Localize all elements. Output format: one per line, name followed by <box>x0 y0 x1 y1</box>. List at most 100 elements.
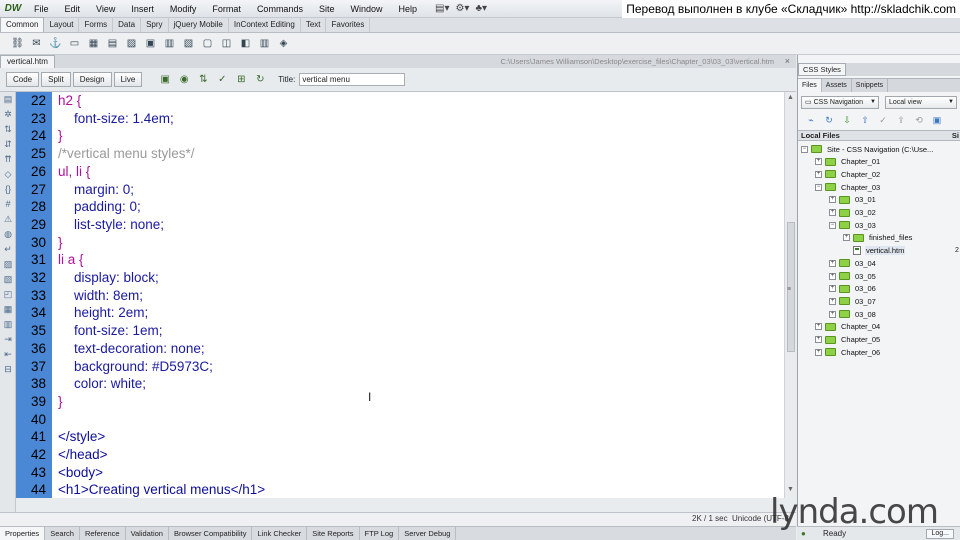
size-column-header[interactable]: Si <box>952 131 959 141</box>
expand-icon[interactable]: + <box>815 336 822 343</box>
expand-icon[interactable]: + <box>829 297 836 305</box>
collapse-icon[interactable]: − <box>829 221 836 229</box>
close-icon[interactable]: × <box>785 55 790 68</box>
script-icon[interactable]: ◧ <box>238 37 253 51</box>
code-editor[interactable]: I h2 {font-size: 1.4em;} /*vertical menu … <box>52 92 784 498</box>
expand-icon[interactable]: + <box>815 158 822 166</box>
code-line[interactable]: } <box>58 235 63 250</box>
bottom-tab-server-debug[interactable]: Server Debug <box>399 527 457 540</box>
preview-browser-icon[interactable]: ◉ <box>176 72 192 87</box>
word-wrap-icon[interactable]: ↵ <box>0 242 16 257</box>
visual-aids-icon[interactable]: ⊞ <box>233 72 249 87</box>
table-icon[interactable]: ▦ <box>86 37 101 51</box>
indent-icon[interactable]: ⇥ <box>0 332 16 347</box>
collapse-icon[interactable]: − <box>815 183 822 191</box>
files-tab-snippets[interactable]: Snippets <box>852 79 889 92</box>
expand-all-icon[interactable]: ⇈ <box>0 152 16 167</box>
wrap-tag-icon[interactable]: ◰ <box>0 287 16 302</box>
code-line[interactable]: <body> <box>58 465 103 480</box>
tree-folder-item[interactable]: + Chapter_06 <box>815 346 881 358</box>
comment-icon[interactable]: ▢ <box>200 37 215 51</box>
head-icon[interactable]: ◫ <box>219 37 234 51</box>
document-tab[interactable]: vertical.htm <box>0 55 55 68</box>
files-tab-files[interactable]: Files <box>798 79 822 92</box>
tree-folder-item[interactable]: − Chapter_03 <box>815 181 881 193</box>
menu-window[interactable]: Window <box>342 0 390 18</box>
tree-folder-item[interactable]: + finished_files <box>843 232 913 244</box>
expand-icon[interactable]: + <box>829 272 836 280</box>
check-out-icon[interactable]: ✓ <box>876 114 890 127</box>
menu-view[interactable]: View <box>88 0 123 18</box>
insert-tab-incontext-editing[interactable]: InContext Editing <box>229 18 301 32</box>
menu-commands[interactable]: Commands <box>249 0 311 18</box>
open-documents-icon[interactable]: ▤ <box>0 92 16 107</box>
bottom-tab-browser-compatibility[interactable]: Browser Compatibility <box>169 527 253 540</box>
insert-tab-text[interactable]: Text <box>301 18 327 32</box>
tree-folder-item[interactable]: +03_08 <box>829 308 877 320</box>
menu-site[interactable]: Site <box>311 0 343 18</box>
get-files-icon[interactable]: ⇩ <box>840 114 854 127</box>
expand-icon[interactable]: + <box>829 209 836 216</box>
title-input[interactable] <box>299 73 406 86</box>
code-line[interactable]: font-size: 1.4em; <box>74 111 174 126</box>
collapse-selection-icon[interactable]: ⇵ <box>0 137 16 152</box>
expand-icon[interactable]: + <box>843 234 850 242</box>
connect-icon[interactable]: ⌁ <box>804 114 818 127</box>
bottom-tab-search[interactable]: Search <box>45 527 80 540</box>
code-line[interactable]: </head> <box>58 447 108 462</box>
tree-folder-item[interactable]: +03_01 <box>829 194 877 206</box>
insert-tab-layout[interactable]: Layout <box>44 18 80 32</box>
tree-folder-item[interactable]: − Site - CSS Navigation (C:\Use... <box>801 143 934 155</box>
format-source-icon[interactable]: ⊟ <box>0 362 16 377</box>
bottom-tab-ftp-log[interactable]: FTP Log <box>360 527 400 540</box>
uncomment-icon[interactable]: ▧ <box>0 272 16 287</box>
date-icon[interactable]: ▥ <box>162 37 177 51</box>
collapse-icon[interactable]: − <box>801 145 808 153</box>
server-side-include-icon[interactable]: ▧ <box>181 37 196 51</box>
insert-tab-data[interactable]: Data <box>113 18 142 32</box>
check-in-icon[interactable]: ⇪ <box>894 114 908 127</box>
live-view-button[interactable]: Live <box>113 72 143 87</box>
code-line[interactable]: padding: 0; <box>74 199 141 214</box>
code-line[interactable]: display: block; <box>74 270 159 285</box>
tree-file-item[interactable]: vertical.htm <box>843 245 906 257</box>
images-icon[interactable]: ▨ <box>124 37 139 51</box>
refresh-icon[interactable]: ↻ <box>252 72 268 87</box>
menu-file[interactable]: File <box>26 0 57 18</box>
scroll-up-icon[interactable]: ▲ <box>787 94 794 101</box>
menu-edit[interactable]: Edit <box>57 0 89 18</box>
refresh-icon[interactable]: ↻ <box>822 114 836 127</box>
files-tab-assets[interactable]: Assets <box>822 79 852 92</box>
tree-folder-item[interactable]: +03_02 <box>829 207 877 219</box>
code-view-button[interactable]: Code <box>6 72 40 87</box>
hyperlink-icon[interactable]: ⛓ <box>10 37 25 51</box>
tree-folder-item[interactable]: − 03_03 <box>829 219 877 231</box>
menu-modify[interactable]: Modify <box>162 0 205 18</box>
templates-icon[interactable]: ▥ <box>257 37 272 51</box>
insert-tab-spry[interactable]: Spry <box>141 18 169 32</box>
bottom-tab-properties[interactable]: Properties <box>0 527 46 540</box>
comment-icon[interactable]: ▨ <box>0 257 16 272</box>
code-line[interactable]: <h1>Creating vertical menus</h1> <box>58 482 265 497</box>
code-line[interactable]: li a { <box>58 252 84 267</box>
tree-folder-item[interactable]: +03_04 <box>829 257 877 269</box>
tree-folder-item[interactable]: + Chapter_05 <box>815 334 881 346</box>
bottom-tab-site-reports[interactable]: Site Reports <box>307 527 360 540</box>
code-line[interactable]: } <box>58 394 63 409</box>
expand-icon[interactable]: + <box>815 323 822 331</box>
code-line[interactable]: margin: 0; <box>74 182 134 197</box>
collapse-tag-icon[interactable]: ⇅ <box>0 122 16 137</box>
code-scrollbar[interactable]: ▲ ≡ ▼ <box>784 92 796 498</box>
tag-chooser-icon[interactable]: ◈ <box>276 37 291 51</box>
code-line[interactable]: ul, li { <box>58 164 90 179</box>
insert-tab-jquery-mobile[interactable]: jQuery Mobile <box>169 18 229 32</box>
recent-snippets-icon[interactable]: ▦ <box>0 302 16 317</box>
menu-format[interactable]: Format <box>204 0 249 18</box>
code-line[interactable]: height: 2em; <box>74 305 148 320</box>
tree-folder-item[interactable]: +03_05 <box>829 270 877 282</box>
select-parent-tag-icon[interactable]: ◇ <box>0 167 16 182</box>
menu-insert[interactable]: Insert <box>123 0 162 18</box>
bottom-tab-validation[interactable]: Validation <box>126 527 169 540</box>
code-line[interactable]: background: #D5973C; <box>74 359 213 374</box>
tree-folder-item[interactable]: +03_07 <box>829 295 877 307</box>
